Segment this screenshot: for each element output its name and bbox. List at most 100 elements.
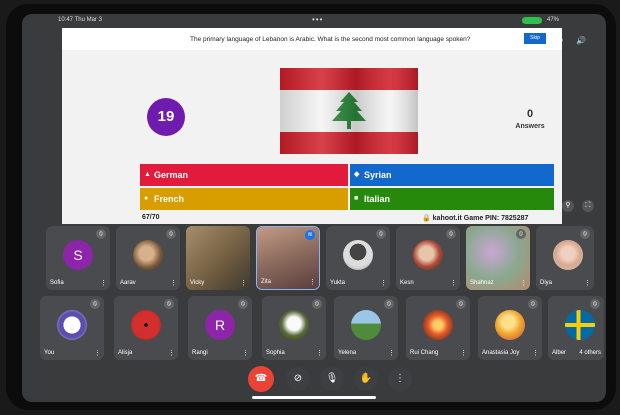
participant-tile[interactable]: ⦸ Alber 4 others — [548, 296, 604, 360]
more-options-icon[interactable]: ⋮ — [388, 349, 395, 357]
question-text: The primary language of Lebanon is Arabi… — [190, 36, 471, 43]
more-options-icon[interactable]: ⋮ — [309, 278, 316, 286]
participant-tile[interactable]: ⦸ You ⋮ — [40, 296, 104, 360]
avatar — [131, 310, 161, 340]
answer-label: French — [154, 194, 185, 204]
answer-label: Italian — [364, 194, 391, 204]
timer-badge: 19 — [147, 98, 185, 136]
home-indicator[interactable] — [252, 396, 376, 399]
speaking-icon: ≋ — [305, 230, 315, 240]
participant-name: Alber — [552, 350, 567, 356]
avatar — [413, 240, 443, 270]
meet-screen: 10:47 Thu Mar 3 ••• 47% ⌄ vzt-hkfp-bkq ⟲… — [22, 14, 606, 402]
answer-option-italian[interactable]: ■ Italian — [350, 188, 554, 210]
more-vertical-icon: ⋮ — [395, 373, 405, 384]
answer-option-german[interactable]: ▲ German — [140, 164, 348, 186]
square-icon: ■ — [354, 195, 359, 202]
participant-tile[interactable]: ⦸ Rui Chang ⋮ — [406, 296, 470, 360]
more-options-icon[interactable]: ⋮ — [168, 349, 175, 357]
mic-off-icon: ⦸ — [528, 299, 538, 309]
participant-tile[interactable]: ⦸ Yukta ⋮ — [326, 226, 390, 290]
participant-name: Sofia — [50, 280, 64, 286]
participant-tile[interactable]: Vicky ⋮ — [186, 226, 250, 290]
more-options-icon[interactable]: ⋮ — [242, 349, 249, 357]
avatar — [279, 310, 309, 340]
pin-icon[interactable]: ⚲ — [562, 200, 574, 212]
question-bar: The primary language of Lebanon is Arabi… — [62, 28, 562, 50]
participant-tile[interactable]: ⦸ Alisja ⋮ — [114, 296, 178, 360]
avatar: R — [205, 310, 235, 340]
more-options-icon[interactable]: ⋮ — [520, 279, 527, 287]
status-bar: 10:47 Thu Mar 3 ••• 47% — [22, 14, 606, 26]
participant-name: Vicky — [190, 280, 205, 286]
participant-tile[interactable]: ⦸ Diya ⋮ — [536, 226, 594, 290]
participant-tile[interactable]: ⦸ Kesn ⋮ — [396, 226, 460, 290]
mic-off-icon: ⦸ — [96, 229, 106, 239]
answer-option-french[interactable]: ● French — [140, 188, 348, 210]
participant-name: Sophia — [266, 350, 285, 356]
status-time: 10:47 Thu Mar 3 — [58, 17, 102, 23]
avatar — [495, 310, 525, 340]
speaker-icon[interactable]: 🔊 — [576, 36, 586, 45]
mic-off-icon: ⦸ — [446, 229, 456, 239]
participant-name: Yelena — [338, 350, 357, 356]
end-call-button[interactable]: ☎ — [248, 366, 274, 392]
participant-tile[interactable]: R ⦸ Rangi ⋮ — [188, 296, 252, 360]
avatar — [423, 310, 453, 340]
participant-name: Alisja — [118, 350, 133, 356]
more-options-icon[interactable]: ⋮ — [532, 349, 539, 357]
mic-off-icon: ⦸ — [238, 299, 248, 309]
camera-toggle-button[interactable]: ⊘ — [286, 367, 310, 391]
hand-icon: ✋ — [359, 373, 373, 384]
kahoot-presentation: The primary language of Lebanon is Arabi… — [62, 28, 562, 224]
participant-name: Shahnaz — [470, 280, 494, 286]
more-button[interactable]: ⋮ — [388, 367, 412, 391]
lebanon-flag-image — [280, 68, 418, 154]
more-options-icon[interactable]: ⋮ — [584, 279, 591, 287]
participant-tile[interactable]: ⦸ Sophia ⋮ — [262, 296, 326, 360]
more-options-icon[interactable]: ⋮ — [170, 279, 177, 287]
participant-tile[interactable]: ⦸ Aarav ⋮ — [116, 226, 180, 290]
multitask-dots[interactable]: ••• — [312, 15, 323, 24]
mic-off-icon: ⦸ — [384, 299, 394, 309]
avatar: S — [63, 240, 93, 270]
fullscreen-icon[interactable]: ⛶ — [582, 200, 594, 212]
more-options-icon[interactable]: ⋮ — [460, 349, 467, 357]
participant-name: Anastasia Joy — [482, 350, 520, 356]
participant-tile[interactable]: ⦸ Anastasia Joy ⋮ — [478, 296, 542, 360]
skip-button[interactable]: Skip — [524, 33, 546, 44]
others-count[interactable]: 4 others — [579, 350, 601, 356]
answers-label: Answers — [515, 123, 545, 130]
more-options-icon[interactable]: ⋮ — [450, 279, 457, 287]
participant-name: Yukta — [330, 280, 346, 286]
answer-option-syrian[interactable]: ◆ Syrian — [350, 164, 554, 186]
more-options-icon[interactable]: ⋮ — [94, 349, 101, 357]
avatar — [57, 310, 87, 340]
battery-label: 47% — [547, 17, 560, 23]
more-options-icon[interactable]: ⋮ — [316, 349, 323, 357]
triangle-icon: ▲ — [144, 171, 151, 178]
avatar — [351, 310, 381, 340]
participant-tile[interactable]: S ⦸ Sofia ⋮ — [46, 226, 110, 290]
mic-off-icon: ⦸ — [164, 299, 174, 309]
participant-name: Zita — [261, 279, 272, 285]
mic-off-icon: ⦸ — [580, 229, 590, 239]
mic-off-icon: ⦸ — [312, 299, 322, 309]
diamond-icon: ◆ — [354, 171, 360, 178]
more-options-icon[interactable]: ⋮ — [240, 279, 247, 287]
participant-tile[interactable]: ⦸ Shahnaz ⋮ — [466, 226, 530, 290]
mic-off-icon: 🎙 — [325, 373, 339, 384]
participant-name: Aarav — [120, 280, 136, 286]
game-pin: 🔒 kahoot.it Game PIN: 7825287 — [422, 215, 529, 222]
participant-tile[interactable]: ≋ Zita ⋮ — [256, 226, 320, 290]
camera-indicator — [522, 17, 542, 24]
participant-tile[interactable]: ⦸ Yelena ⋮ — [334, 296, 398, 360]
more-options-icon[interactable]: ⋮ — [100, 279, 107, 287]
mic-toggle-button[interactable]: 🎙 — [320, 367, 344, 391]
camera-off-icon: ⊘ — [293, 373, 303, 384]
more-options-icon[interactable]: ⋮ — [380, 279, 387, 287]
mic-off-icon: ⦸ — [166, 229, 176, 239]
participant-name: Rui Chang — [410, 350, 439, 356]
raise-hand-button[interactable]: ✋ — [354, 367, 378, 391]
sweden-flag-avatar — [565, 310, 595, 340]
